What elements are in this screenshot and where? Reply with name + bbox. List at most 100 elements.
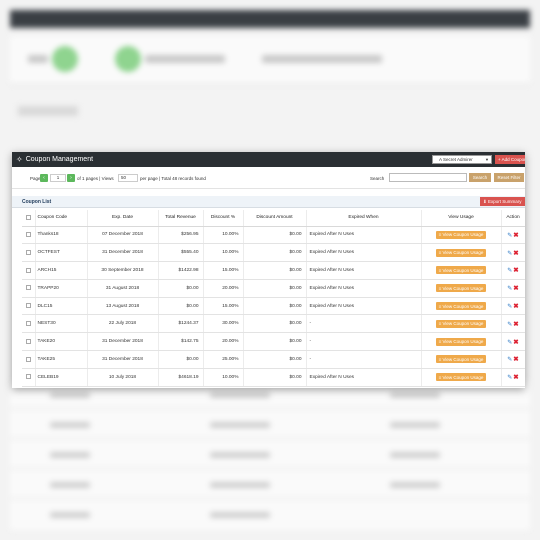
row-checkbox[interactable] — [25, 303, 31, 309]
per-page-select[interactable]: 50 — [118, 174, 138, 182]
row-select-cell — [22, 243, 36, 263]
edit-icon[interactable]: ✎ — [507, 357, 512, 363]
row-select-cell — [22, 314, 36, 334]
column-header[interactable]: View Usage — [421, 210, 502, 227]
view-usage-label: View Coupon Usage — [442, 267, 484, 273]
search-input[interactable] — [389, 173, 467, 182]
search-label: Search — [370, 176, 385, 181]
column-header[interactable]: Discount % — [203, 210, 244, 227]
close-icon[interactable]: ✖ — [513, 232, 518, 239]
edit-icon[interactable]: ✎ — [507, 322, 512, 328]
discount-amount: $0.00 — [243, 314, 307, 334]
search-button[interactable]: Search — [469, 173, 491, 182]
background-cell — [50, 422, 90, 428]
select-all-cell — [22, 210, 36, 227]
edit-icon[interactable]: ✎ — [507, 286, 512, 292]
background-cell — [210, 512, 270, 518]
coupon-code: DLC15 — [35, 297, 88, 316]
row-checkbox[interactable] — [25, 267, 31, 273]
action-cell: ✎✖ — [501, 261, 525, 280]
export-summary-label: Export Summary — [488, 199, 522, 204]
export-summary-button[interactable]: ⬇ Export Summary — [480, 197, 525, 206]
chevron-down-icon: ▼ — [485, 157, 489, 162]
view-usage-label: View Coupon Usage — [442, 356, 484, 362]
total-revenue: $4618.19 — [158, 368, 204, 387]
close-icon[interactable]: ✖ — [513, 285, 518, 292]
edit-icon[interactable]: ✎ — [507, 375, 512, 381]
view-coupon-usage-button[interactable]: ≡ View Coupon Usage — [435, 319, 487, 328]
view-coupon-usage-button[interactable]: ≡ View Coupon Usage — [435, 230, 487, 239]
edit-icon[interactable]: ✎ — [507, 251, 512, 257]
view-usage-cell: ≡ View Coupon Usage — [421, 297, 502, 316]
coupon-code: TRAPP20 — [35, 279, 88, 298]
coupon-code: TAKE20 — [35, 332, 88, 352]
row-checkbox[interactable] — [25, 249, 31, 255]
view-coupon-usage-button[interactable]: ≡ View Coupon Usage — [435, 373, 487, 382]
row-checkbox[interactable] — [25, 321, 31, 326]
discount-percent: 30.00% — [203, 314, 244, 334]
view-coupon-usage-button[interactable]: ≡ View Coupon Usage — [435, 355, 487, 364]
row-select-cell — [22, 279, 36, 298]
view-coupon-usage-button[interactable]: ≡ View Coupon Usage — [435, 284, 487, 293]
edit-icon[interactable]: ✎ — [507, 304, 512, 310]
total-revenue: $0.00 — [158, 350, 204, 369]
background-bar — [262, 55, 382, 63]
row-select-cell — [22, 368, 36, 387]
background-row-line — [10, 438, 530, 439]
column-header[interactable]: Discount Amount — [243, 210, 307, 227]
discount-amount: $0.00 — [243, 350, 307, 369]
close-icon[interactable]: ✖ — [513, 356, 518, 363]
view-coupon-usage-button[interactable]: ≡ View Coupon Usage — [435, 337, 487, 346]
action-cell: ✎✖ — [501, 368, 525, 387]
expired-when: - — [306, 350, 422, 369]
next-page-icon[interactable]: › — [67, 174, 75, 182]
view-usage-cell: ≡ View Coupon Usage — [421, 332, 502, 352]
total-revenue: $256.95 — [158, 226, 204, 245]
row-checkbox[interactable] — [25, 374, 31, 380]
column-header[interactable]: Total Revenue — [158, 210, 204, 227]
view-usage-cell: ≡ View Coupon Usage — [421, 243, 502, 263]
close-icon[interactable]: ✖ — [513, 321, 518, 328]
discount-percent: 10.00% — [203, 368, 244, 387]
total-revenue: $142.75 — [158, 332, 204, 352]
close-icon[interactable]: ✖ — [513, 303, 518, 310]
close-icon[interactable]: ✖ — [513, 339, 518, 346]
view-coupon-usage-button[interactable]: ≡ View Coupon Usage — [435, 266, 487, 275]
edit-icon[interactable]: ✎ — [507, 233, 512, 239]
background-row-line — [10, 468, 530, 469]
view-coupon-usage-button[interactable]: ≡ View Coupon Usage — [435, 302, 487, 311]
close-icon[interactable]: ✖ — [513, 374, 518, 381]
edit-icon[interactable]: ✎ — [507, 340, 512, 346]
close-icon[interactable]: ✖ — [513, 250, 518, 257]
row-checkbox[interactable] — [25, 356, 31, 362]
total-revenue: $1244.37 — [158, 314, 204, 334]
discount-percent: 15.00% — [203, 297, 244, 316]
page-label: Page — [30, 176, 41, 181]
view-usage-label: View Coupon Usage — [442, 232, 484, 238]
coupon-code: ARCH15 — [35, 261, 88, 280]
row-checkbox[interactable] — [25, 285, 31, 291]
edit-icon[interactable]: ✎ — [507, 268, 512, 274]
coupon-code: Thanks18 — [35, 226, 88, 245]
column-header[interactable]: Exp. Date — [87, 210, 159, 227]
page-number-input[interactable]: 1 — [50, 174, 66, 182]
prev-page-icon[interactable]: ‹ — [40, 174, 48, 182]
column-header[interactable]: Coupon Code — [35, 210, 88, 227]
reset-filter-button[interactable]: Reset Filter — [494, 173, 524, 182]
table-row: CELEB19 10 July 2018 $4618.19 10.00% $0.00 Ex… — [22, 368, 525, 387]
column-header[interactable]: Expired When — [306, 210, 422, 227]
row-checkbox[interactable] — [25, 338, 31, 344]
admin-select[interactable]: A Secret Admirer ▼ — [432, 155, 492, 164]
view-usage-label: View Coupon Usage — [442, 250, 484, 256]
select-all-checkbox[interactable] — [25, 214, 31, 220]
column-header[interactable]: Action — [501, 210, 525, 227]
row-checkbox[interactable] — [25, 232, 31, 238]
add-coupon-button[interactable]: + Add Coupon — [495, 155, 525, 164]
expiry-date: 31 December 2018 — [87, 243, 159, 263]
view-usage-label: View Coupon Usage — [442, 339, 484, 345]
view-coupon-usage-button[interactable]: ≡ View Coupon Usage — [435, 248, 487, 257]
discount-amount: $0.00 — [243, 332, 307, 352]
close-icon[interactable]: ✖ — [513, 267, 518, 274]
window-title: ✧ Coupon Management — [16, 155, 93, 164]
row-select-cell — [22, 226, 36, 245]
